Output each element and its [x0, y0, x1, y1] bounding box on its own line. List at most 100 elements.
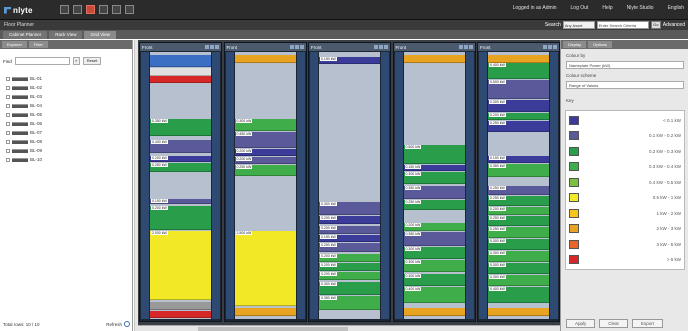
- main-tab[interactable]: Rack View: [49, 31, 83, 39]
- rack-cabinet[interactable]: Front 0.350 kW 0.400 kW 0.200 kW 0.250 kW 0.1…: [139, 42, 222, 322]
- main-tab[interactable]: Grid View: [84, 31, 116, 39]
- rack-device[interactable]: 0.200 kW: [319, 216, 380, 225]
- rack-device[interactable]: 0.150 kW: [403, 165, 465, 171]
- expand-icon[interactable]: [6, 130, 10, 135]
- rack-device[interactable]: 0.250 kW: [488, 121, 549, 133]
- tab-filter[interactable]: Filter: [28, 41, 48, 48]
- tree-item[interactable]: BL-04: [6, 101, 42, 110]
- top-nav-link[interactable]: English: [668, 5, 684, 11]
- advanced-search-link[interactable]: Advanced: [663, 22, 685, 28]
- find-input[interactable]: [14, 57, 70, 65]
- rack-device[interactable]: [488, 308, 549, 317]
- rack-device[interactable]: 0.300 kW: [488, 238, 549, 250]
- rack-device[interactable]: 0.200 kW: [488, 113, 549, 121]
- settings-icon[interactable]: [548, 45, 552, 49]
- rack-device[interactable]: 0.200 kW: [403, 222, 465, 231]
- close-icon[interactable]: [299, 45, 304, 49]
- rack-device[interactable]: [150, 301, 211, 310]
- main-tab[interactable]: Cabinet Planner: [3, 31, 48, 39]
- expand-icon[interactable]: [6, 85, 10, 90]
- tree-item[interactable]: BL-01: [6, 74, 42, 83]
- top-nav-link[interactable]: Nlyte Studio: [627, 5, 654, 11]
- top-nav-link[interactable]: Logged in as Admin: [513, 5, 557, 11]
- rack-device[interactable]: 0.200 kW: [150, 205, 211, 230]
- rack-device[interactable]: 0.250 kW: [150, 162, 211, 173]
- settings-icon[interactable]: [379, 45, 383, 49]
- rack-device[interactable]: 2.500 kW: [234, 230, 296, 306]
- maximize-icon[interactable]: [289, 45, 294, 49]
- rack-device[interactable]: 0.150 kW: [319, 57, 380, 64]
- tree-icon[interactable]: [99, 5, 108, 14]
- rack-icon[interactable]: [86, 5, 95, 14]
- rack-device[interactable]: 0.350 kW: [319, 296, 380, 310]
- rack-device[interactable]: 0.300 kW: [488, 274, 549, 286]
- chart-icon[interactable]: [112, 5, 121, 14]
- panel-button[interactable]: Apply: [566, 319, 596, 328]
- expand-icon[interactable]: [6, 94, 10, 99]
- panel-button[interactable]: Clear: [599, 319, 629, 328]
- close-icon[interactable]: [468, 45, 473, 49]
- rack-device[interactable]: 0.200 kW: [319, 225, 380, 234]
- maximize-icon[interactable]: [458, 45, 463, 49]
- search-go-button[interactable]: Go: [650, 21, 661, 29]
- rack-device[interactable]: [234, 308, 296, 317]
- grid-icon[interactable]: [73, 5, 82, 14]
- rack-device[interactable]: 0.200 kW: [488, 206, 549, 215]
- rack-device[interactable]: 0.450 kW: [234, 132, 296, 149]
- rack-device[interactable]: 0.300 kW: [403, 260, 465, 273]
- rack-device[interactable]: 0.350 kW: [403, 185, 465, 199]
- expand-icon[interactable]: [6, 139, 10, 144]
- rack-device[interactable]: 0.200 kW: [319, 253, 380, 262]
- rack-device[interactable]: 0.250 kW: [488, 196, 549, 206]
- rack-device[interactable]: 0.350 kW: [488, 164, 549, 178]
- rack-device[interactable]: 0.250 kW: [319, 242, 380, 253]
- rack-device[interactable]: 0.500 kW: [403, 145, 465, 165]
- close-icon[interactable]: [553, 45, 557, 49]
- tree-item[interactable]: BL-02: [6, 83, 42, 92]
- rack-device[interactable]: 0.200 kW: [234, 149, 296, 157]
- rack-device[interactable]: [150, 76, 211, 83]
- rack-device[interactable]: 0.350 kW: [403, 232, 465, 246]
- expand-icon[interactable]: [6, 76, 10, 81]
- report-icon[interactable]: [125, 5, 134, 14]
- rack-device[interactable]: 0.200 kW: [150, 156, 211, 162]
- colour-by-select[interactable]: Nameplate Power (kW): [566, 61, 684, 69]
- tab-explorer[interactable]: Explorer: [2, 41, 27, 48]
- home-icon[interactable]: [60, 5, 69, 14]
- expand-icon[interactable]: [6, 121, 10, 126]
- rack-device[interactable]: 0.150 kW: [488, 156, 549, 163]
- search-input[interactable]: Enter Search Criteria: [596, 21, 649, 29]
- rack-cabinet[interactable]: Front 0.400 kW 0.500 kW 0.300 kW 0.200 kW 0.2…: [477, 42, 560, 322]
- rack-device[interactable]: 0.300 kW: [319, 201, 380, 215]
- tree-item[interactable]: BL-08: [6, 137, 42, 146]
- tree-item[interactable]: BL-05: [6, 110, 42, 119]
- maximize-icon[interactable]: [543, 45, 547, 49]
- settings-icon[interactable]: [294, 45, 299, 49]
- refresh-icon[interactable]: [124, 321, 130, 327]
- rack-device[interactable]: 0.250 kW: [488, 185, 549, 195]
- maximize-icon[interactable]: [374, 45, 378, 49]
- rack-device[interactable]: 0.150 kW: [319, 234, 380, 242]
- expand-icon[interactable]: [6, 157, 10, 162]
- tree-item[interactable]: BL-09: [6, 146, 42, 155]
- panel-button[interactable]: Export: [632, 319, 664, 328]
- find-go-icon[interactable]: »: [72, 57, 80, 65]
- scrollbar-thumb[interactable]: [198, 327, 348, 331]
- rack-cabinet[interactable]: Front 0.150 kW 0.300 kW 0.200 kW 0.200 kW 0.1…: [308, 42, 391, 322]
- rack-device[interactable]: [488, 54, 549, 63]
- tree-item[interactable]: BL-10: [6, 155, 42, 164]
- rack-device[interactable]: [234, 54, 296, 63]
- rack-device[interactable]: 0.300 kW: [319, 281, 380, 295]
- rack-device[interactable]: 0.300 kW: [403, 273, 465, 286]
- rack-cabinet[interactable]: Front 0.300 kW 0.450 kW 0.200 kW 0.200 kW 0.2…: [223, 42, 307, 322]
- tree-item[interactable]: BL-06: [6, 119, 42, 128]
- rack-device[interactable]: 0.350 kW: [150, 118, 211, 137]
- horizontal-scrollbar[interactable]: [138, 325, 560, 331]
- rack-device[interactable]: [150, 310, 211, 318]
- settings-icon[interactable]: [463, 45, 468, 49]
- rack-device[interactable]: 0.250 kW: [234, 165, 296, 177]
- rack-device[interactable]: 0.200 kW: [234, 157, 296, 165]
- maximize-icon[interactable]: [205, 45, 209, 49]
- rack-device[interactable]: 0.250 kW: [488, 226, 549, 238]
- rack-device[interactable]: [403, 54, 465, 63]
